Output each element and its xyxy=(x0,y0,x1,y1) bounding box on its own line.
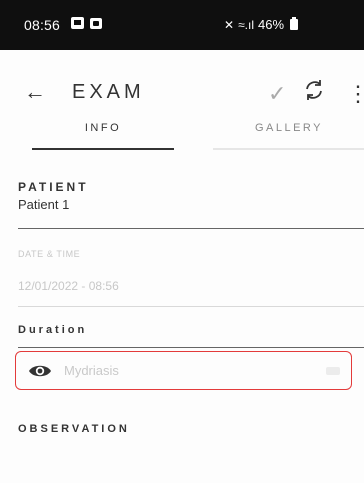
tab-info-indicator xyxy=(32,148,174,150)
tab-gallery[interactable]: GALLERY xyxy=(204,112,364,144)
battery-percent: 46% xyxy=(257,17,285,32)
app-notification-icon xyxy=(90,18,102,29)
mydriasis-label: Mydriasis xyxy=(64,363,119,378)
sync-icon[interactable] xyxy=(302,78,326,107)
arrow-left-icon[interactable]: ← xyxy=(24,72,46,112)
eye-icon xyxy=(28,361,52,381)
gallery-notification-icon xyxy=(71,17,84,29)
app-bar: ← EXAM ✓ ⋮ xyxy=(0,72,364,112)
wifi-signal-icon: ≈.ıl xyxy=(238,17,254,32)
battery-icon xyxy=(290,17,299,30)
tab-gallery-indicator xyxy=(213,148,364,150)
check-icon[interactable]: ✓ xyxy=(268,74,286,114)
status-indicators: ✕ ≈.ıl 46% xyxy=(224,17,299,32)
date-time-label: DATE & TIME xyxy=(18,249,81,259)
more-vertical-icon[interactable]: ⋮ xyxy=(347,74,364,114)
patient-value[interactable]: Patient 1 xyxy=(18,197,69,212)
date-time-value: 12/01/2022 - 08:56 xyxy=(18,279,119,293)
mydriasis-toggle[interactable] xyxy=(326,367,340,375)
status-bar: 08:56 ✕ ≈.ıl 46% xyxy=(0,0,364,50)
tab-info[interactable]: INFO xyxy=(18,112,188,144)
status-time: 08:56 xyxy=(24,17,61,33)
duration-label[interactable]: Duration xyxy=(18,324,87,336)
observation-label: OBSERVATION xyxy=(18,423,130,435)
mydriasis-field[interactable]: Mydriasis xyxy=(15,351,352,390)
tab-bar: INFO GALLERY xyxy=(0,112,364,154)
page-title: EXAM xyxy=(72,81,145,103)
mute-icon: ✕ xyxy=(224,17,235,32)
date-time-divider xyxy=(18,306,364,307)
patient-divider xyxy=(18,228,364,229)
patient-label: PATIENT xyxy=(18,180,89,194)
duration-divider xyxy=(18,347,364,348)
